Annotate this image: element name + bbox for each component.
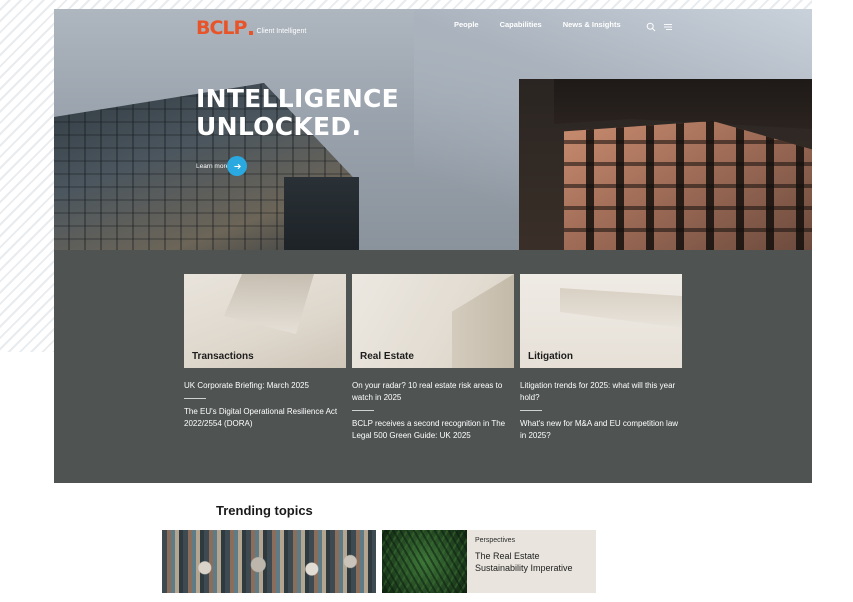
main-nav: People Capabilities News & Insights [454,20,621,29]
article-link[interactable]: The EU's Digital Operational Resilience … [184,406,346,430]
arrow-right-icon [234,163,241,169]
hero-title-line2: UNLOCKED. [196,112,362,141]
learn-more-label[interactable]: Learn more [196,163,229,170]
card-label[interactable]: Litigation [528,351,573,362]
background-margin [0,352,54,602]
article-link[interactable]: UK Corporate Briefing: March 2025 [184,380,346,392]
card-label[interactable]: Transactions [192,351,254,362]
article-link[interactable]: What's new for M&A and EU competition la… [520,418,682,442]
featured-band: Transactions Real Estate Litigation UK C… [54,250,812,483]
learn-more-link[interactable]: Learn more [196,156,248,176]
brand-tagline: Client Intelligent [256,28,307,35]
menu-icon[interactable] [663,19,673,30]
hero-building-right-facade [564,121,812,250]
nav-icons [646,19,673,32]
article-column-litigation: Litigation trends for 2025: what will th… [520,380,682,442]
search-icon[interactable] [646,19,656,32]
divider [520,410,542,411]
trending-image-fern[interactable] [382,530,467,593]
category-cards: Transactions Real Estate Litigation [184,274,682,368]
divider [352,410,374,411]
article-link[interactable]: Litigation trends for 2025: what will th… [520,380,682,404]
divider [184,398,206,399]
trending-card[interactable]: Perspectives The Real Estate Sustainabil… [467,530,596,593]
brand-logo[interactable]: BCLP [196,18,247,38]
category-card-litigation[interactable]: Litigation [520,274,682,368]
hero-title-line1: INTELLIGENCE [196,84,400,113]
hero-title: INTELLIGENCE UNLOCKED. [196,85,399,141]
brand-dot [249,31,254,35]
category-card-real-estate[interactable]: Real Estate [352,274,514,368]
web-page: BCLP Client Intelligent People Capabilit… [54,9,812,602]
hero-building-left-edge [284,177,359,250]
card-label[interactable]: Real Estate [360,351,414,362]
nav-item-news-insights[interactable]: News & Insights [563,20,621,29]
category-card-transactions[interactable]: Transactions [184,274,346,368]
trending-title: Trending topics [216,503,313,518]
article-column-transactions: UK Corporate Briefing: March 2025 The EU… [184,380,346,442]
hero-banner: BCLP Client Intelligent People Capabilit… [54,9,812,250]
article-link[interactable]: BCLP receives a second recognition in Th… [352,418,514,442]
trending-image-crowd[interactable] [162,530,376,593]
background-margin [812,0,853,602]
nav-item-people[interactable]: People [454,20,479,29]
article-columns: UK Corporate Briefing: March 2025 The EU… [184,380,682,442]
nav-item-capabilities[interactable]: Capabilities [500,20,542,29]
article-link[interactable]: On your radar? 10 real estate risk areas… [352,380,514,404]
article-column-real-estate: On your radar? 10 real estate risk areas… [352,380,514,442]
trending-card-kicker: Perspectives [475,537,516,544]
learn-more-button[interactable] [227,156,248,176]
brand[interactable]: BCLP Client Intelligent [196,18,306,38]
trending-card-headline[interactable]: The Real Estate Sustainability Imperativ… [475,550,593,574]
